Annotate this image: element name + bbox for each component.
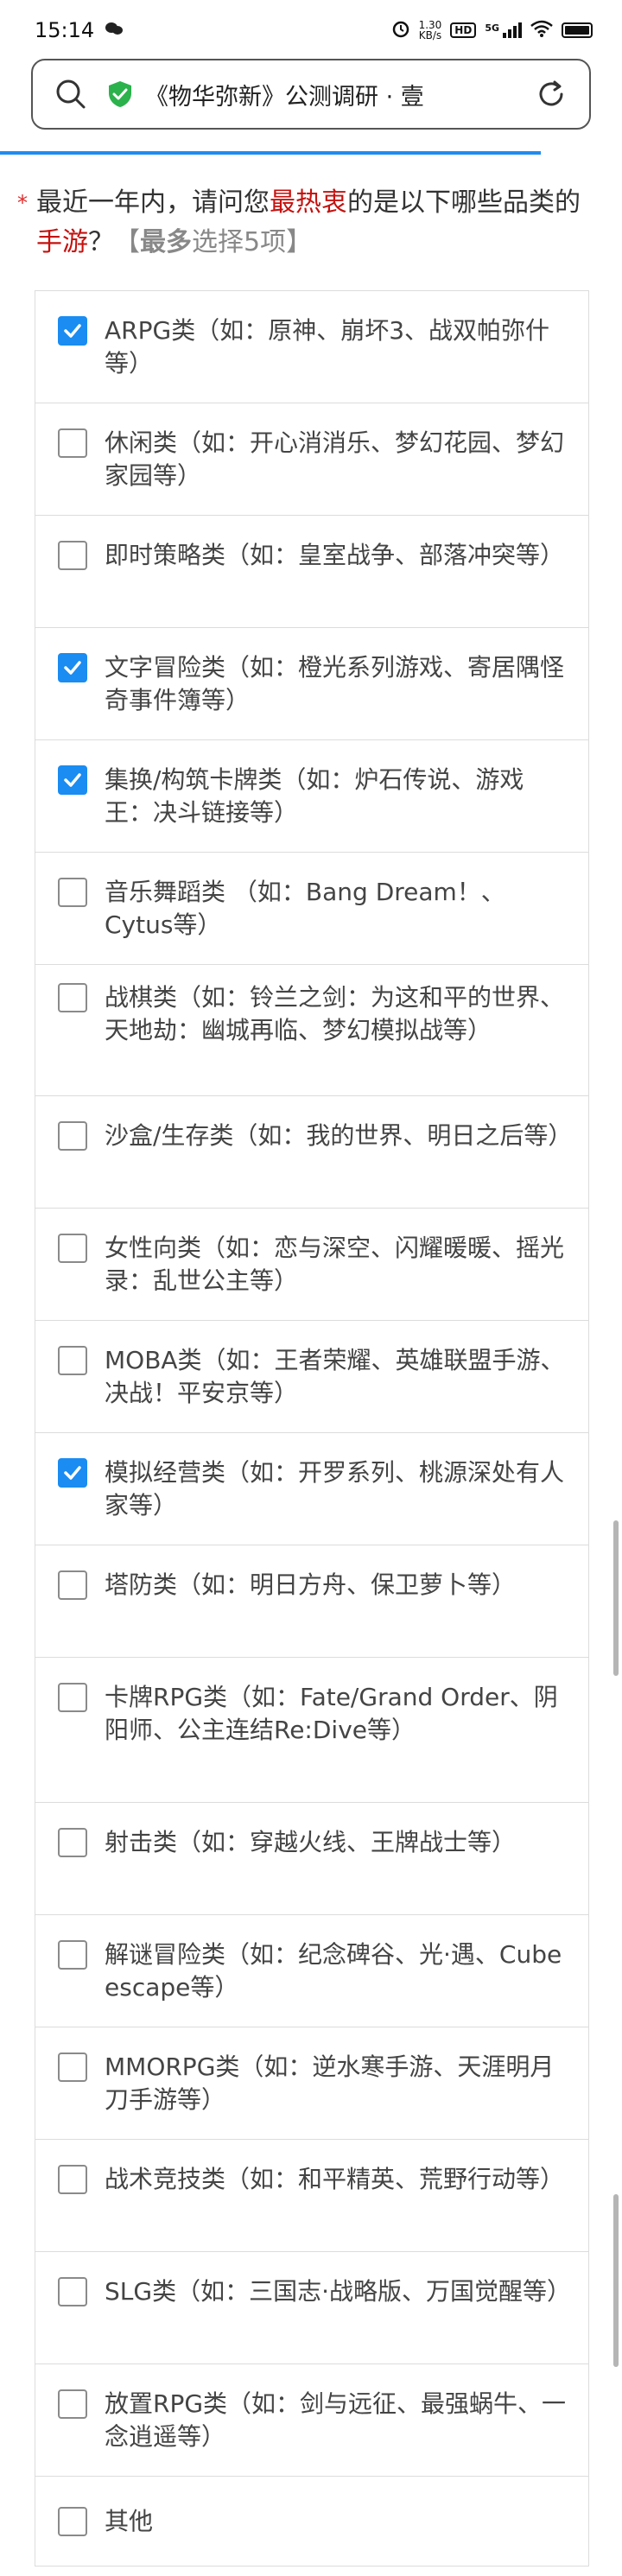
- checkbox-checked[interactable]: [58, 316, 87, 346]
- option-item[interactable]: 卡牌RPG类（如：Fate/Grand Order、阴阳师、公主连结Re:Div…: [35, 1658, 588, 1803]
- option-label: 战术竞技类（如：和平精英、荒野行动等）: [105, 2165, 565, 2193]
- checkbox[interactable]: [58, 2165, 87, 2194]
- page-load-progress-fill: [0, 151, 542, 155]
- option-item[interactable]: 射击类（如：穿越火线、王牌战士等）: [35, 1803, 588, 1915]
- page-title[interactable]: 《物华弥新》公测调研 · 壹: [145, 78, 518, 111]
- option-label: 女性向类（如：恋与深空、闪耀暖暖、摇光录：乱世公主等）: [105, 1234, 565, 1295]
- option-item[interactable]: 音乐舞蹈类 （如：Bang Dream！、Cytus等）: [35, 853, 588, 965]
- option-label: 解谜冒险类（如：纪念碑谷、光·遇、Cube escape等）: [105, 1940, 562, 2002]
- alarm-icon: [391, 19, 410, 41]
- option-label: SLG类（如：三国志·战略版、万国觉醒等）: [105, 2277, 571, 2306]
- search-icon[interactable]: [54, 77, 88, 111]
- option-item[interactable]: 模拟经营类（如：开罗系列、桃源深处有人家等）: [35, 1433, 588, 1545]
- option-label: 其他: [105, 2507, 154, 2535]
- option-label: 音乐舞蹈类 （如：Bang Dream！、Cytus等）: [105, 878, 505, 939]
- checkbox[interactable]: [58, 2277, 87, 2306]
- checkbox[interactable]: [58, 1683, 87, 1712]
- option-label: MMORPG类（如：逆水寒手游、天涯明月刀手游等）: [105, 2053, 555, 2114]
- checkbox-checked[interactable]: [58, 1458, 87, 1488]
- checkbox[interactable]: [58, 878, 87, 907]
- question-highlight: 最热衷: [270, 187, 347, 218]
- option-label: MOBA类（如：王者荣耀、英雄联盟手游、决战！平安京等）: [105, 1346, 565, 1407]
- checkbox[interactable]: [58, 1121, 87, 1151]
- option-item[interactable]: 其他: [35, 2477, 588, 2566]
- option-label: 射击类（如：穿越火线、王牌战士等）: [105, 1828, 517, 1856]
- scrollbar-thumb[interactable]: [613, 2194, 619, 2367]
- option-label: ARPG类（如：原神、崩坏3、战双帕弥什等）: [105, 316, 550, 378]
- option-list: ARPG类（如：原神、崩坏3、战双帕弥什等） 休闲类（如：开心消消乐、梦幻花园、梦…: [35, 290, 589, 2566]
- option-label: 模拟经营类（如：开罗系列、桃源深处有人家等）: [105, 1458, 565, 1520]
- checkbox-checked[interactable]: [58, 653, 87, 682]
- checkbox[interactable]: [58, 1570, 87, 1600]
- checkbox[interactable]: [58, 428, 87, 458]
- option-item[interactable]: 塔防类（如：明日方舟、保卫萝卜等）: [35, 1545, 588, 1658]
- secure-shield-icon: [105, 79, 135, 109]
- url-bar[interactable]: 《物华弥新》公测调研 · 壹: [31, 59, 591, 130]
- option-item[interactable]: 即时策略类（如：皇室战争、部落冲突等）: [35, 516, 588, 628]
- option-label: 文字冒险类（如：橙光系列游戏、寄居隅怪奇事件簿等）: [105, 653, 565, 714]
- required-mark: *: [17, 191, 28, 215]
- checkbox[interactable]: [58, 1828, 87, 1857]
- checkbox[interactable]: [58, 983, 87, 1012]
- checkbox[interactable]: [58, 2053, 87, 2082]
- option-item[interactable]: 战棋类（如：铃兰之剑：为这和平的世界、天地劫：幽城再临、梦幻模拟战等）: [35, 965, 588, 1096]
- option-item[interactable]: 战术竞技类（如：和平精英、荒野行动等）: [35, 2140, 588, 2252]
- page-load-progress: [0, 151, 622, 155]
- checkbox-checked[interactable]: [58, 765, 87, 795]
- checkmark-icon: [64, 324, 81, 338]
- option-item[interactable]: 女性向类（如：恋与深空、闪耀暖暖、摇光录：乱世公主等）: [35, 1209, 588, 1321]
- option-label: 战棋类（如：铃兰之剑：为这和平的世界、天地劫：幽城再临、梦幻模拟战等）: [105, 983, 565, 1044]
- option-label: 卡牌RPG类（如：Fate/Grand Order、阴阳师、公主连结Re:Div…: [105, 1683, 558, 1744]
- selection-limit-hint: 【最多选择5项】: [114, 227, 313, 257]
- option-label: 沙盒/生存类（如：我的世界、明日之后等）: [105, 1121, 573, 1150]
- option-item[interactable]: 休闲类（如：开心消消乐、梦幻花园、梦幻家园等）: [35, 403, 588, 516]
- hd-badge: HD: [450, 22, 477, 38]
- option-item[interactable]: 文字冒险类（如：橙光系列游戏、寄居隅怪奇事件簿等）: [35, 628, 588, 740]
- chat-notification-icon: [105, 18, 124, 42]
- option-item[interactable]: 集换/构筑卡牌类（如：炉石传说、游戏王：决斗链接等）: [35, 740, 588, 853]
- checkbox[interactable]: [58, 1346, 87, 1375]
- checkbox[interactable]: [58, 2507, 87, 2536]
- option-label: 休闲类（如：开心消消乐、梦幻花园、梦幻家园等）: [105, 428, 565, 490]
- status-time: 15:14: [35, 18, 95, 42]
- checkmark-icon: [64, 1466, 81, 1480]
- checkbox[interactable]: [58, 2389, 87, 2419]
- option-item[interactable]: MMORPG类（如：逆水寒手游、天涯明月刀手游等）: [35, 2027, 588, 2140]
- net-speed: 1.30 KB/s: [418, 19, 442, 41]
- checkbox[interactable]: [58, 1234, 87, 1263]
- option-label: 塔防类（如：明日方舟、保卫萝卜等）: [105, 1570, 517, 1599]
- option-label: 放置RPG类（如：剑与远征、最强蜗牛、一念逍遥等）: [105, 2389, 567, 2451]
- wifi-icon: [530, 20, 553, 41]
- option-item[interactable]: 沙盒/生存类（如：我的世界、明日之后等）: [35, 1096, 588, 1209]
- option-item[interactable]: 解谜冒险类（如：纪念碑谷、光·遇、Cube escape等）: [35, 1915, 588, 2027]
- option-item[interactable]: SLG类（如：三国志·战略版、万国觉醒等）: [35, 2252, 588, 2364]
- checkmark-icon: [64, 661, 81, 675]
- option-label: 集换/构筑卡牌类（如：炉石传说、游戏王：决斗链接等）: [105, 765, 524, 827]
- scrollbar-thumb[interactable]: [613, 1520, 619, 1676]
- question-title: * 最近一年内，请问您最热衷的是以下哪些品类的手游？【最多选择5项】: [17, 183, 587, 263]
- battery-icon: [562, 22, 593, 38]
- checkbox[interactable]: [58, 1940, 87, 1970]
- checkmark-icon: [64, 773, 81, 787]
- signal-5g-icon: 5G: [485, 22, 522, 38]
- option-item[interactable]: MOBA类（如：王者荣耀、英雄联盟手游、决战！平安京等）: [35, 1321, 588, 1433]
- reload-icon[interactable]: [534, 77, 568, 111]
- option-item[interactable]: 放置RPG类（如：剑与远征、最强蜗牛、一念逍遥等）: [35, 2364, 588, 2477]
- status-bar: 15:14 1.30 KB/s HD 5G: [0, 0, 622, 60]
- checkbox[interactable]: [58, 541, 87, 570]
- option-label: 即时策略类（如：皇室战争、部落冲突等）: [105, 541, 565, 569]
- option-item[interactable]: ARPG类（如：原神、崩坏3、战双帕弥什等）: [35, 291, 588, 403]
- question-highlight: 手游: [36, 227, 88, 257]
